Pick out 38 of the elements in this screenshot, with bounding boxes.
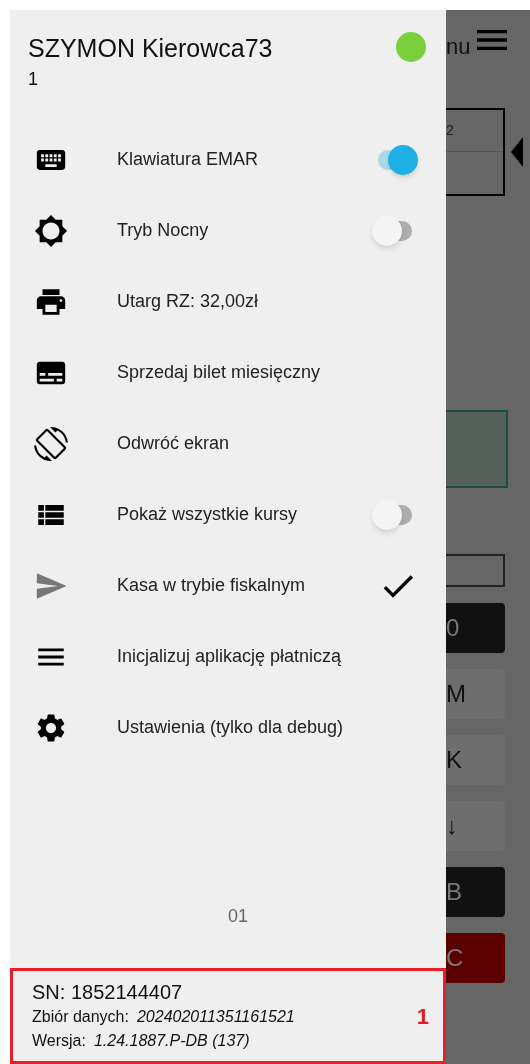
menu-item[interactable]: Tryb Nocny [10,195,446,266]
menu-item[interactable]: Ustawienia (tylko dla debug) [10,692,446,763]
brightness-icon [34,213,68,248]
box-text: 2 [446,121,454,140]
user-number: 1 [28,68,39,91]
menu-item[interactable]: Klawiatura EMAR [10,124,446,195]
menu-item-label: Sprzedaj bilet miesięczny [117,361,322,384]
menu-item-label: Ustawienia (tylko dla debug) [117,716,345,739]
menu-item-label: Pokaż wszystkie kursy [117,503,299,526]
keypad-button[interactable]: M [446,669,505,719]
menu-item[interactable]: Sprzedaj bilet miesięczny [10,337,446,408]
keypad-button[interactable]: K [446,735,505,785]
menu-item-label: Inicjalizuj aplikację płatniczą [117,645,343,668]
menu-label: nu [446,34,471,60]
menu-item-label: Kasa w trybie fiskalnym [117,574,307,597]
badge-number: 1 [416,1002,429,1031]
data-set-label: Zbiór danych: [32,1007,129,1027]
input-field[interactable] [446,554,505,587]
keypad-button[interactable]: B [446,867,505,917]
data-set-value: 202402011351161521 [136,1007,295,1027]
version-value: 1.24.1887.P-DB (137) [93,1031,250,1051]
code-label: 01 [228,905,248,928]
left-arrow-icon[interactable] [511,137,523,167]
version-label: Wersja: [32,1031,86,1051]
menu-item[interactable]: Odwróć ekran [10,408,446,479]
menu-item-label: Tryb Nocny [117,219,210,242]
menu-item[interactable]: Kasa w trybie fiskalnym [10,550,446,621]
keypad-button[interactable]: ↓ [446,801,505,851]
menu-item-label: Odwróć ekran [117,432,231,455]
menu-item[interactable]: Inicjalizuj aplikację płatniczą [10,621,446,692]
screen-rotation-icon [34,426,68,461]
keypad-button[interactable]: 0 [446,603,505,653]
serial-number: SN: 1852144407 [32,980,184,1005]
menu-item[interactable]: Utarg RZ: 32,00zł [10,266,446,337]
menu-item[interactable]: Pokaż wszystkie kursy [10,479,446,550]
user-name: SZYMON Kierowca73 [28,33,274,64]
menu-item-label: Utarg RZ: 32,00zł [117,290,260,313]
menu-item-label: Klawiatura EMAR [117,148,260,171]
